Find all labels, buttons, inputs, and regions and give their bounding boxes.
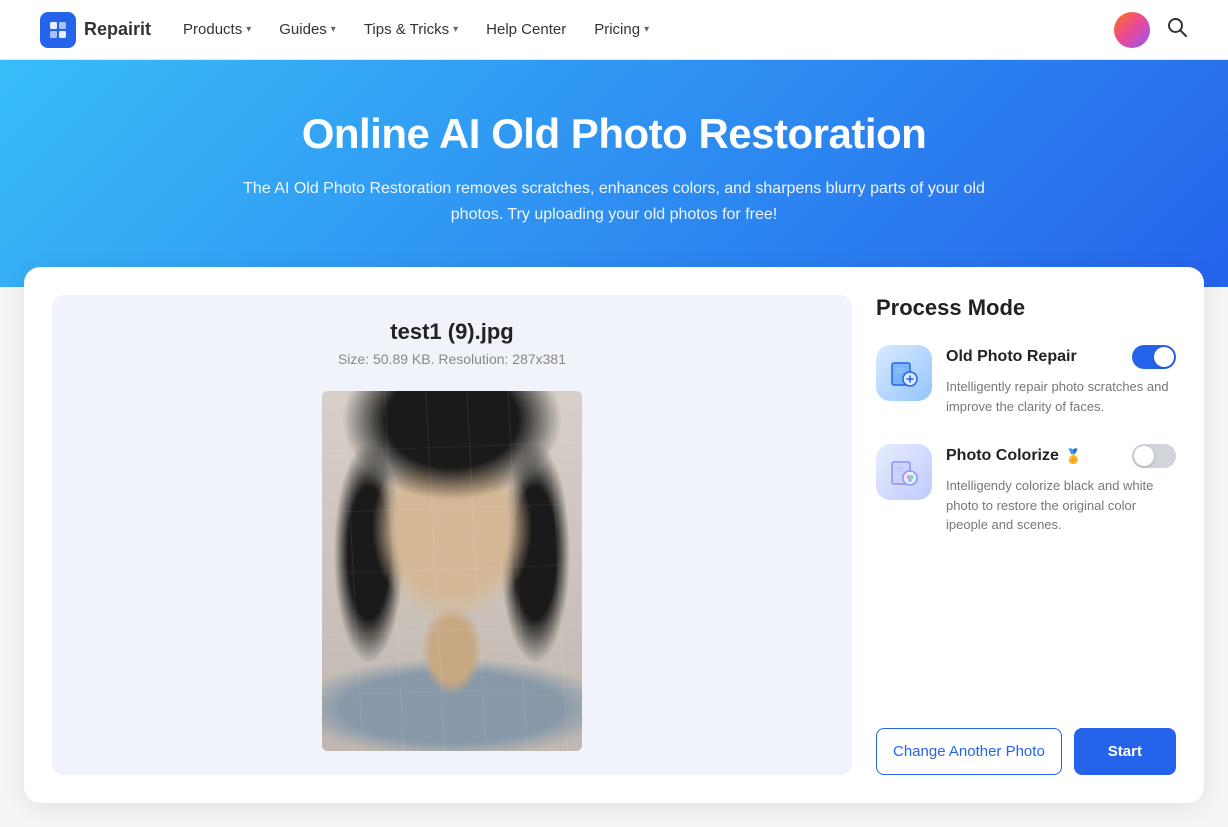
nav-links: Products ▾ Guides ▾ Tips & Tricks ▾ Help… [183,21,1082,38]
start-button[interactable]: Start [1074,728,1176,775]
old-photo-repair-content: Old Photo Repair Intelligently repair ph… [946,345,1176,416]
right-panel: Process Mode Old Photo Repair Intelli [876,295,1176,775]
photo-colorize-content: Photo Colorize 🏅 Intelligendy colorize b… [946,444,1176,535]
avatar[interactable] [1114,12,1150,48]
photo-colorize-header: Photo Colorize 🏅 [946,444,1176,468]
chevron-down-icon: ▾ [331,24,336,35]
old-photo-repair-toggle[interactable] [1132,345,1176,369]
pro-badge: 🏅 [1065,448,1082,465]
file-meta: Size: 50.89 KB. Resolution: 287x381 [338,351,566,367]
hero-section: Online AI Old Photo Restoration The AI O… [0,60,1228,287]
hero-subtitle: The AI Old Photo Restoration removes scr… [224,176,1004,227]
file-name: test1 (9).jpg [390,319,513,345]
old-photo-repair-header: Old Photo Repair [946,345,1176,369]
photo-preview [322,391,582,751]
process-mode-title: Process Mode [876,295,1176,321]
photo-image [322,391,582,751]
old-photo-repair-desc: Intelligently repair photo scratches and… [946,377,1176,416]
nav-item-products[interactable]: Products ▾ [183,21,251,38]
photo-colorize-icon [876,444,932,500]
chevron-down-icon: ▾ [644,24,649,35]
logo[interactable]: Repairit [40,12,151,48]
chevron-down-icon: ▾ [453,24,458,35]
photo-colorize-name: Photo Colorize 🏅 [946,447,1082,465]
mode-photo-colorize: Photo Colorize 🏅 Intelligendy colorize b… [876,444,1176,535]
actions-row: Change Another Photo Start [876,708,1176,775]
navbar: Repairit Products ▾ Guides ▾ Tips & Tric… [0,0,1228,60]
photo-face-layer [322,391,582,751]
photo-colorize-desc: Intelligendy colorize black and white ph… [946,476,1176,535]
nav-item-guides[interactable]: Guides ▾ [279,21,336,38]
main-card: test1 (9).jpg Size: 50.89 KB. Resolution… [24,267,1204,803]
change-photo-button[interactable]: Change Another Photo [876,728,1062,775]
logo-text: Repairit [84,19,151,40]
chevron-down-icon: ▾ [246,24,251,35]
old-photo-repair-icon [876,345,932,401]
nav-right [1114,12,1188,48]
nav-item-tips[interactable]: Tips & Tricks ▾ [364,21,458,38]
search-icon[interactable] [1166,16,1188,44]
left-panel: test1 (9).jpg Size: 50.89 KB. Resolution… [52,295,852,775]
photo-colorize-toggle[interactable] [1132,444,1176,468]
nav-item-help[interactable]: Help Center [486,21,566,38]
old-photo-repair-name: Old Photo Repair [946,348,1077,366]
nav-item-pricing[interactable]: Pricing ▾ [594,21,649,38]
hero-title: Online AI Old Photo Restoration [20,110,1208,158]
logo-icon [40,12,76,48]
mode-old-photo-repair: Old Photo Repair Intelligently repair ph… [876,345,1176,416]
